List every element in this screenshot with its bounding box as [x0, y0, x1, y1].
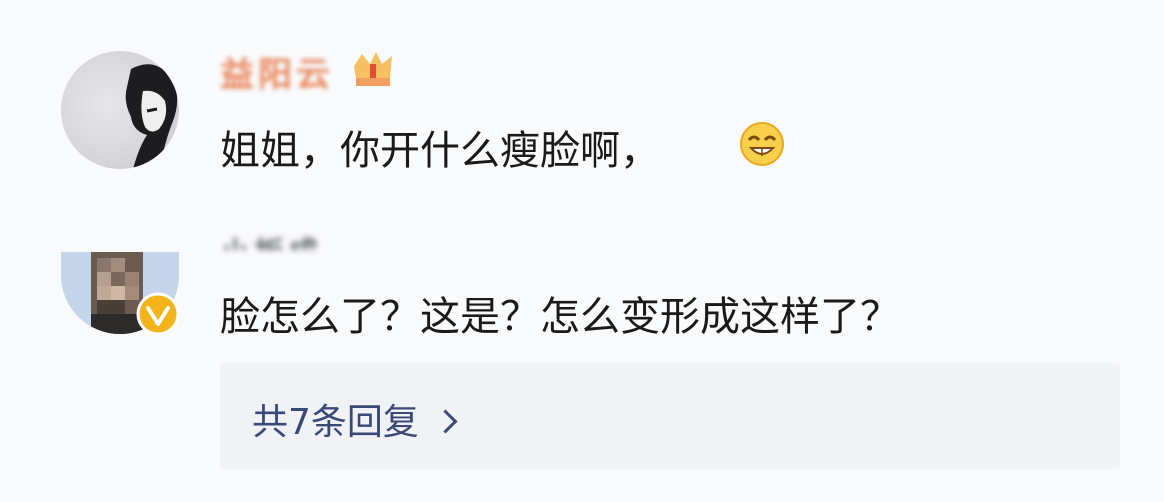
username[interactable]: 益阳云: [220, 47, 334, 96]
username[interactable]: 小板成: [220, 228, 322, 250]
replies-box: 共7条回复: [220, 363, 1120, 469]
avatar[interactable]: [61, 51, 179, 169]
chevron-right-icon: [433, 409, 458, 434]
avatar-image: [125, 64, 178, 169]
view-replies-button[interactable]: 共7条回复: [252, 393, 458, 445]
comment-text: 姐姐，你开什么瘦脸啊，: [220, 128, 660, 174]
comment-thread: 益阳云 姐姐，你开什么瘦脸啊， 脸怎么了？这是？怎么变形成这样了？ 共7条回复: [0, 0, 1164, 502]
grinning-face-emoji-icon: [740, 122, 784, 166]
comment-text: 脸怎么了？这是？怎么变形成这样了？: [220, 294, 900, 340]
verified-v-icon: [136, 292, 180, 336]
replies-label: 共7条回复: [252, 402, 419, 443]
crown-badge-icon: [354, 52, 392, 86]
